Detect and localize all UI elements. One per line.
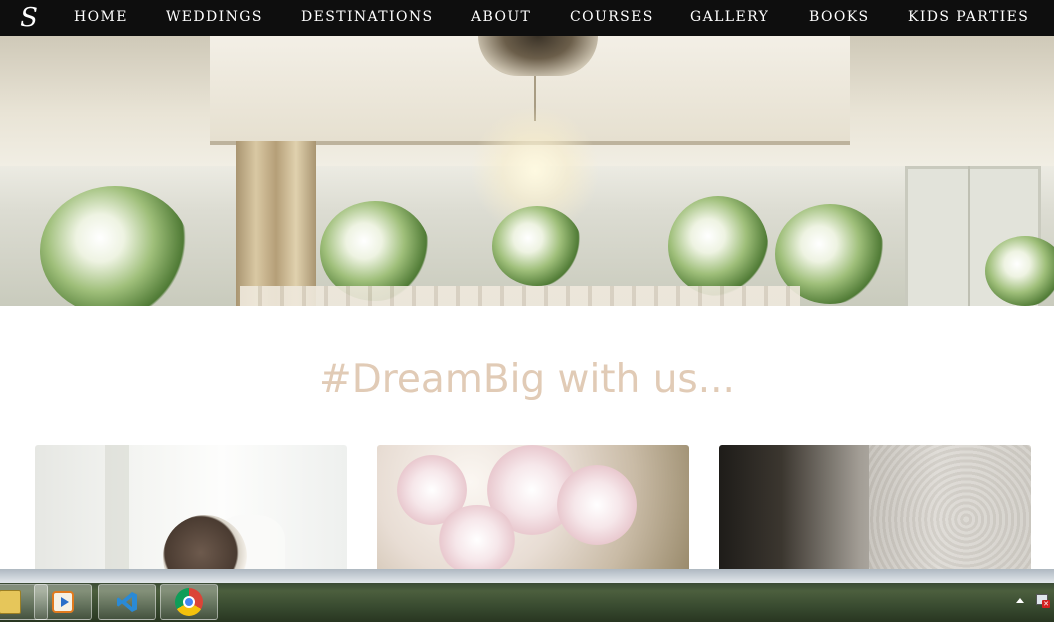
media-player-icon <box>52 591 74 613</box>
card-3-lace <box>869 445 1031 569</box>
nav-about[interactable]: ABOUT <box>471 0 531 36</box>
nav-home[interactable]: HOME <box>74 0 128 36</box>
gallery-card-dress[interactable] <box>719 445 1031 569</box>
top-nav: S HOME WEDDINGS DESTINATIONS ABOUT COURS… <box>0 0 1054 36</box>
hero-door-split <box>968 166 970 306</box>
card-2-bloom <box>437 505 517 569</box>
tray-expand-icon[interactable] <box>1016 598 1024 603</box>
hero-flowers-1 <box>40 186 190 306</box>
nav-gallery[interactable]: GALLERY <box>690 0 769 36</box>
hero-flowers-center <box>492 206 582 286</box>
network-disconnected-icon[interactable]: ✕ <box>1036 594 1050 608</box>
hero-flowers-3 <box>668 196 768 296</box>
taskbar-media-player-button[interactable] <box>34 584 92 620</box>
gallery-card-flowers[interactable] <box>377 445 689 569</box>
taskbar-chrome-button[interactable] <box>160 584 218 620</box>
card-1-pillar <box>105 445 129 569</box>
page-heading: #DreamBig with us... <box>319 357 735 402</box>
card-2-bloom <box>557 465 637 545</box>
nav-destinations[interactable]: DESTINATIONS <box>301 0 434 36</box>
hero-chairs <box>240 286 800 306</box>
nav-courses[interactable]: COURSES <box>570 0 654 36</box>
vscode-icon <box>117 592 137 612</box>
taskbar-vscode-button[interactable] <box>98 584 156 620</box>
nav-kids-parties[interactable]: KIDS PARTIES <box>908 0 1029 36</box>
nav-weddings[interactable]: WEDDINGS <box>166 0 263 36</box>
hero-curtain-left <box>236 141 316 306</box>
hero-image <box>0 36 1054 306</box>
chrome-icon <box>175 588 203 616</box>
folder-icon <box>0 590 21 614</box>
nav-books[interactable]: BOOKS <box>809 0 870 36</box>
taskbar-top-strip <box>0 569 1054 583</box>
gallery-card-bride[interactable] <box>35 445 347 569</box>
logo[interactable]: S <box>14 3 44 33</box>
